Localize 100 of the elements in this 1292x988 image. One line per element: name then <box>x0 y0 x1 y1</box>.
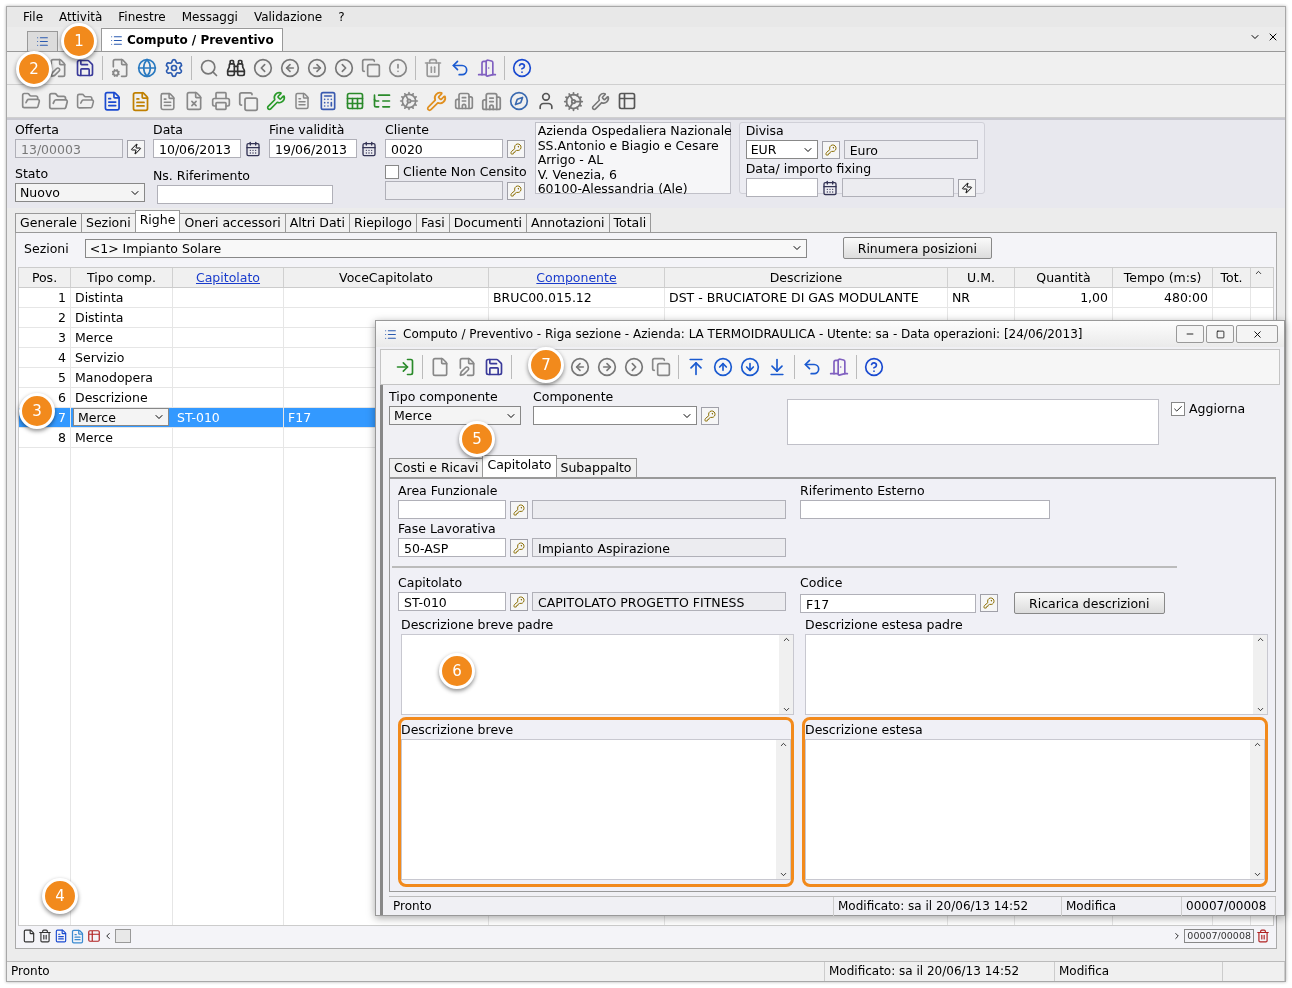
key-icon[interactable] <box>821 140 840 159</box>
tab[interactable]: Fasi <box>415 213 450 232</box>
wrench-icon[interactable] <box>265 91 286 111</box>
trash-icon[interactable] <box>38 929 52 943</box>
key-icon[interactable] <box>507 139 525 158</box>
printer-icon[interactable] <box>210 91 231 111</box>
scroll-thumb[interactable] <box>115 929 131 943</box>
menu-item[interactable]: Validazione <box>245 10 331 24</box>
door-icon[interactable] <box>829 357 849 377</box>
text-field[interactable]: 19/06/2013 <box>269 139 357 158</box>
reload-button[interactable]: Ricarica descrizioni <box>1014 592 1165 614</box>
calendar-icon[interactable] <box>361 140 377 157</box>
text-field[interactable] <box>841 178 954 197</box>
minimize-button[interactable] <box>1176 325 1204 343</box>
calendar-icon[interactable] <box>245 140 261 157</box>
gear-icon[interactable] <box>562 90 584 112</box>
undo-icon[interactable] <box>802 357 822 377</box>
document-tab[interactable]: Computo / Preventivo <box>101 28 283 51</box>
save-icon[interactable] <box>484 357 504 377</box>
copy-icon[interactable] <box>651 357 671 377</box>
menu-item[interactable]: Messaggi <box>173 10 246 24</box>
calendar-icon[interactable] <box>821 179 838 196</box>
dropdown[interactable]: Nuovo <box>15 183 145 202</box>
building-icon[interactable] <box>480 90 502 112</box>
scrollbar[interactable] <box>776 740 790 879</box>
menu-item[interactable]: ? <box>330 10 353 24</box>
maximize-button[interactable] <box>1206 325 1234 343</box>
tab[interactable]: Sezioni <box>80 213 136 232</box>
tab[interactable]: Altri Dati <box>284 213 350 232</box>
save-icon[interactable] <box>75 58 95 78</box>
lightning-icon[interactable] <box>957 178 976 197</box>
key-icon[interactable] <box>510 500 528 519</box>
key-icon[interactable] <box>510 538 528 557</box>
table-icon[interactable] <box>616 91 637 111</box>
tab[interactable]: Capitolato <box>482 455 557 477</box>
text-field[interactable] <box>745 178 818 197</box>
renumber-button[interactable]: Rinumera posizioni <box>842 237 992 259</box>
column-header-link[interactable]: Componente <box>489 268 665 287</box>
text-field[interactable]: F17 <box>800 593 976 613</box>
alert-icon[interactable] <box>388 58 408 78</box>
tab[interactable]: Totali <box>608 213 652 232</box>
key-icon[interactable] <box>980 594 998 612</box>
table-row[interactable]: 1 Distinta BRUC00.015.12 DST - BRUCIATORE DI GAS MODULANTE NR 1,00 480:00 <box>19 288 1273 308</box>
checkbox[interactable] <box>1171 401 1185 416</box>
key-icon[interactable] <box>507 181 525 200</box>
tree-icon[interactable] <box>371 91 392 111</box>
checkbox[interactable] <box>385 164 399 179</box>
tab[interactable]: Oneri accessori <box>179 213 286 232</box>
lightning-icon[interactable] <box>127 139 145 158</box>
compass-icon[interactable] <box>508 91 529 111</box>
help-icon[interactable] <box>864 357 884 377</box>
menu-item[interactable]: Finestre <box>110 10 174 24</box>
scrollbar[interactable] <box>1253 635 1267 714</box>
help-icon[interactable] <box>512 58 532 78</box>
document-icon[interactable] <box>22 929 36 943</box>
tab[interactable]: Annotazioni <box>525 213 610 232</box>
import-icon[interactable] <box>395 357 415 377</box>
text-field[interactable]: 10/06/2013 <box>153 139 241 158</box>
column-header-link[interactable]: Capitolato <box>173 268 284 287</box>
document-icon[interactable] <box>54 929 68 943</box>
text-field[interactable] <box>398 500 506 519</box>
tab[interactable]: Subappalto <box>555 458 637 477</box>
building-icon[interactable] <box>453 91 474 111</box>
bottom-arrow-icon[interactable] <box>767 357 787 377</box>
key-icon[interactable] <box>510 592 528 611</box>
text-field[interactable]: 0020 <box>385 139 503 158</box>
scrollbar[interactable] <box>779 635 793 714</box>
undo-icon[interactable] <box>450 58 470 78</box>
tab[interactable]: Documenti <box>448 213 527 232</box>
text-field[interactable]: 13/00003 <box>15 139 123 158</box>
search-icon[interactable] <box>199 58 219 78</box>
text-field[interactable] <box>800 500 1050 519</box>
edit-document-icon[interactable] <box>48 58 68 78</box>
gear-icon[interactable] <box>398 91 419 111</box>
document-icon[interactable] <box>102 90 123 112</box>
text-field[interactable]: ST-010 <box>398 592 506 611</box>
folder-icon[interactable] <box>76 91 95 111</box>
copy-icon[interactable] <box>237 90 259 112</box>
dropdown[interactable]: Merce <box>389 406 521 425</box>
globe-icon[interactable] <box>137 58 157 78</box>
tab[interactable]: Costi e Ricavi <box>389 458 484 477</box>
text-field[interactable] <box>157 185 333 204</box>
wrench-icon[interactable] <box>590 91 610 111</box>
edit-document-icon[interactable] <box>457 357 477 377</box>
copy-icon[interactable] <box>361 58 381 78</box>
text-field[interactable]: 50-ASP <box>398 538 506 557</box>
wrench-icon[interactable] <box>425 90 447 112</box>
dropdown[interactable]: EUR <box>745 140 818 159</box>
dropdown[interactable] <box>533 406 697 425</box>
folder-icon[interactable] <box>21 91 41 111</box>
table-icon[interactable] <box>87 929 101 943</box>
tab[interactable]: Righe <box>134 210 181 232</box>
close-icon[interactable] <box>1267 31 1279 43</box>
binoculars-icon[interactable] <box>226 58 246 78</box>
dropdown[interactable]: <1> Impianto Solare <box>84 238 807 258</box>
close-button[interactable] <box>1236 325 1278 343</box>
key-icon[interactable] <box>701 406 719 425</box>
tab[interactable]: Generale <box>15 213 82 232</box>
spreadsheet-icon[interactable] <box>344 91 365 111</box>
tab[interactable]: Riepilogo <box>348 213 417 232</box>
